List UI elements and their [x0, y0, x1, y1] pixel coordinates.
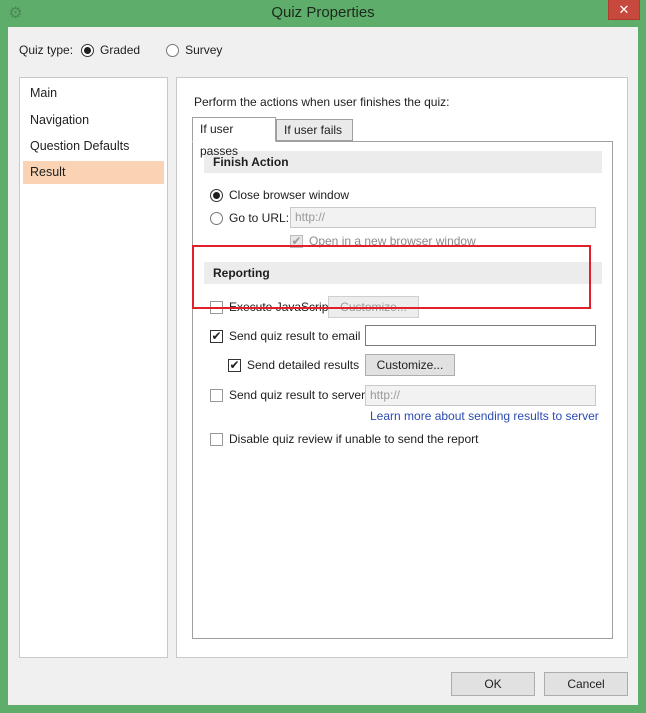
- reporting-heading: Reporting: [204, 262, 602, 284]
- send-server-checkbox[interactable]: [210, 388, 223, 402]
- open-new-window-option[interactable]: ✔ Open in a new browser window: [290, 232, 476, 250]
- intro-text: Perform the actions when user finishes t…: [194, 95, 450, 109]
- radio-close-browser[interactable]: [210, 188, 223, 202]
- quiz-type-group: Quiz type: Graded Survey: [19, 42, 248, 58]
- open-new-window-checkbox[interactable]: ✔: [290, 234, 303, 248]
- tab-panel: Finish Action Close browser window Go to…: [192, 141, 613, 639]
- radio-go-to-url[interactable]: [210, 211, 223, 225]
- cancel-button[interactable]: Cancel: [544, 672, 628, 696]
- quiz-type-graded-option[interactable]: Graded: [81, 43, 140, 57]
- disable-review-checkbox[interactable]: [210, 432, 223, 446]
- sidebar: Main Navigation Question Defaults Result: [19, 77, 168, 658]
- open-new-window-label: Open in a new browser window: [309, 234, 476, 248]
- send-email-option[interactable]: ✔ Send quiz result to email: [210, 327, 360, 345]
- go-to-url-label: Go to URL:: [229, 211, 290, 225]
- graded-label: Graded: [100, 43, 141, 57]
- send-server-label: Send quiz result to server: [229, 388, 366, 402]
- radio-survey[interactable]: [166, 43, 180, 57]
- survey-label: Survey: [185, 43, 223, 57]
- window-title: Quiz Properties: [271, 4, 375, 21]
- send-detailed-option[interactable]: ✔ Send detailed results: [228, 356, 359, 374]
- content-panel: Perform the actions when user finishes t…: [176, 77, 628, 658]
- execute-js-label: Execute JavaScript: [229, 300, 332, 314]
- title-bar: ⚙ Quiz Properties ✕: [0, 0, 646, 27]
- close-browser-option[interactable]: Close browser window: [210, 186, 349, 204]
- email-input[interactable]: [365, 325, 596, 346]
- url-input[interactable]: http://: [290, 207, 596, 228]
- disable-review-option[interactable]: Disable quiz review if unable to send th…: [210, 430, 478, 448]
- radio-graded[interactable]: [81, 43, 95, 57]
- execute-js-customize-button[interactable]: Customize...: [328, 296, 419, 318]
- quiz-type-label: Quiz type:: [19, 43, 74, 57]
- sidebar-item-question-defaults[interactable]: Question Defaults: [23, 135, 164, 158]
- close-button[interactable]: ✕: [608, 0, 640, 20]
- ok-button[interactable]: OK: [451, 672, 535, 696]
- sidebar-item-navigation[interactable]: Navigation: [23, 109, 164, 132]
- execute-js-option[interactable]: Execute JavaScript: [210, 298, 332, 316]
- send-email-label: Send quiz result to email: [229, 329, 361, 343]
- execute-js-checkbox[interactable]: [210, 300, 223, 314]
- close-browser-label: Close browser window: [229, 188, 350, 202]
- learn-more-link[interactable]: Learn more about sending results to serv…: [370, 409, 599, 423]
- sidebar-item-main[interactable]: Main: [23, 82, 164, 105]
- finish-action-heading: Finish Action: [204, 151, 602, 173]
- send-detailed-checkbox[interactable]: ✔: [228, 358, 241, 372]
- detailed-customize-button[interactable]: Customize...: [365, 354, 455, 376]
- tab-if-user-fails[interactable]: If user fails: [276, 119, 353, 141]
- sidebar-item-result[interactable]: Result: [23, 161, 164, 184]
- send-detailed-label: Send detailed results: [247, 358, 360, 372]
- dialog-body: Quiz type: Graded Survey Main Navigation…: [8, 27, 638, 705]
- send-server-option[interactable]: Send quiz result to server: [210, 386, 365, 404]
- disable-review-label: Disable quiz review if unable to send th…: [229, 432, 479, 446]
- go-to-url-option[interactable]: Go to URL:: [210, 209, 289, 227]
- tab-if-user-passes[interactable]: If user passes: [192, 117, 276, 158]
- server-url-input[interactable]: http://: [365, 385, 596, 406]
- quiz-type-survey-option[interactable]: Survey: [166, 43, 222, 57]
- send-email-checkbox[interactable]: ✔: [210, 329, 223, 343]
